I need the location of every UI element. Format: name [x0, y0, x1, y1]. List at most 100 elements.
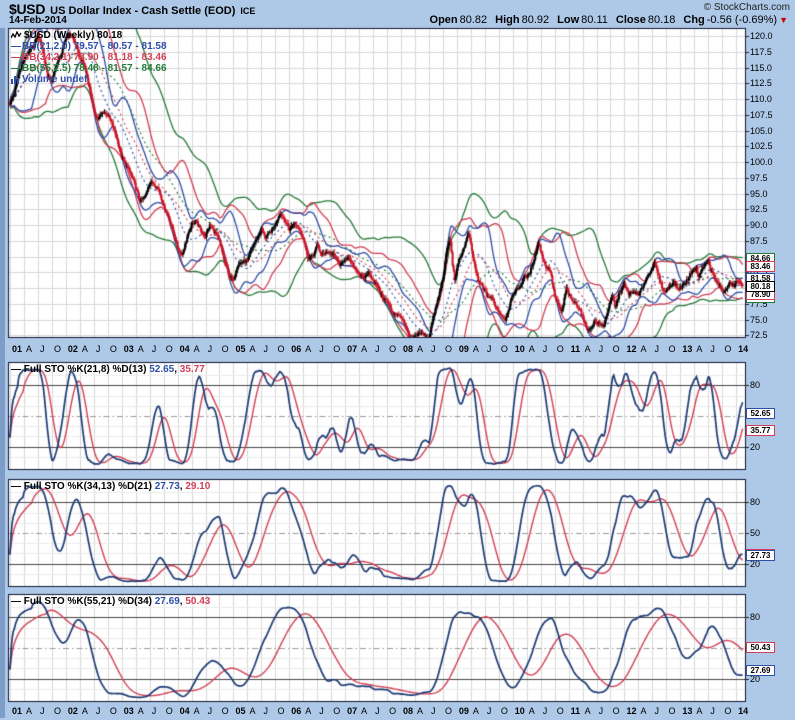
date-axis-quarter-label: J	[487, 344, 492, 354]
stochastic-legend: — Full STO %K(55,21) %D(34) 27.69, 50.43	[11, 596, 210, 607]
exchange-label: ICE	[240, 6, 255, 16]
indicator-value-tag: 35.77	[746, 425, 775, 436]
k-value: 52.65	[149, 364, 174, 375]
date-axis-year-label: 05	[235, 706, 245, 716]
chart-title: US Dollar Index - Cash Settle (EOD)	[50, 5, 235, 17]
stockcharts-page: $USDUS Dollar Index - Cash Settle (EOD)I…	[0, 0, 795, 720]
date-axis-quarter-label: A	[194, 344, 200, 354]
date-axis-quarter-label: A	[194, 706, 200, 716]
date-axis-quarter-label: J	[152, 344, 157, 354]
date-axis-quarter-label: J	[40, 344, 45, 354]
date-axis-year-label: 12	[626, 344, 636, 354]
legend-text: BB(55,2.5) 78.48 - 81.57 - 84.66	[22, 63, 167, 74]
price-axis-tick-label: 112.5	[750, 78, 772, 88]
date-axis-quarter-label: J	[319, 706, 324, 716]
date-axis-year-label: 09	[459, 344, 469, 354]
date-axis-quarter-label: A	[529, 344, 535, 354]
date-axis-year-label: 12	[626, 706, 636, 716]
date-axis-year-label: 09	[459, 706, 469, 716]
indicator-axis-tick-label: 80	[750, 380, 760, 390]
date-axis-year-label: 10	[515, 706, 525, 716]
date-axis-quarter-label: J	[375, 344, 380, 354]
left-edge-strip	[0, 28, 5, 718]
main-chart-legend: $USD (Weekly) 80.18—BB(21,2.0) 79.57 - 8…	[11, 30, 167, 85]
date-axis-quarter-label: J	[543, 344, 548, 354]
date-axis-quarter-label: O	[389, 706, 396, 716]
date-axis-quarter-label: O	[445, 344, 452, 354]
date-axis-quarter-label: J	[710, 344, 715, 354]
price-tag: 83.46	[746, 261, 775, 272]
legend-text: Volume undef	[22, 74, 87, 85]
date-axis-quarter-label: J	[96, 344, 101, 354]
date-axis-year-label: 07	[347, 706, 357, 716]
price-axis-tick-label: 100.0	[750, 157, 773, 167]
date-axis-year-label: 02	[68, 706, 78, 716]
legend-row: Volume undef	[11, 74, 167, 85]
legend-text: BB(34,2.1) 78.90 - 81.18 - 83.46	[22, 52, 167, 63]
date-axis-year-label: 13	[682, 706, 692, 716]
date-axis-quarter-label: J	[375, 706, 380, 716]
date-axis-year-label: 11	[571, 706, 581, 716]
date-axis-year-label: 04	[180, 344, 190, 354]
d-value: 35.77	[180, 364, 205, 375]
date-axis-quarter-label: O	[54, 344, 61, 354]
date-axis-quarter-label: A	[305, 344, 311, 354]
price-axis-tick-label: 95.0	[750, 189, 768, 199]
date-axis-quarter-label: O	[166, 706, 173, 716]
date-axis-quarter-label: J	[263, 344, 268, 354]
price-axis-tick-label: 75.0	[750, 315, 768, 325]
legend-line-swatch: —	[11, 63, 21, 74]
date-axis-quarter-label: A	[26, 344, 32, 354]
date-axis-quarter-label: J	[208, 706, 213, 716]
k-value: 27.73	[155, 481, 180, 492]
indicator-value-tag: 27.69	[746, 665, 775, 676]
legend-line-swatch: —	[11, 41, 21, 52]
date-axis-quarter-label: J	[263, 706, 268, 716]
price-axis-tick-label: 110.0	[750, 94, 772, 104]
date-axis-quarter-label: J	[599, 706, 604, 716]
legend-line-swatch: —	[11, 52, 21, 63]
date-axis-quarter-label: O	[501, 344, 508, 354]
volume-icon	[11, 75, 20, 84]
d-value: 29.10	[185, 481, 210, 492]
date-axis-quarter-label: J	[654, 344, 659, 354]
quote-label: High	[495, 14, 519, 26]
date-axis-quarter-label: A	[585, 706, 591, 716]
date-axis-year-label: 05	[235, 344, 245, 354]
indicator-value-tag: 27.73	[746, 550, 775, 561]
price-axis-tick-label: 120.0	[750, 31, 773, 41]
date-axis-quarter-label: A	[585, 344, 591, 354]
date-axis-year-label: 01	[12, 344, 22, 354]
copyright-label: © StockCharts.com	[704, 2, 790, 13]
quote-value: 80.18	[648, 14, 676, 26]
date-axis-quarter-label: A	[361, 344, 367, 354]
date-axis-quarter-label: O	[724, 706, 731, 716]
price-axis-tick-label: 90.0	[750, 220, 768, 230]
d-value: 50.43	[185, 596, 210, 607]
date-axis-quarter-label: A	[696, 344, 702, 354]
date-axis-quarter-label: A	[473, 344, 479, 354]
quote-label: Low	[557, 14, 579, 26]
date-axis-quarter-label: J	[543, 706, 548, 716]
price-axis-tick-label: 117.5	[750, 47, 772, 57]
date-axis-quarter-label: O	[166, 344, 173, 354]
indicator-name: Full STO %K(55,21) %D(34)	[24, 596, 155, 607]
legend-line-swatch: —	[11, 596, 24, 607]
date-axis-quarter-label: O	[389, 344, 396, 354]
quote-value: 80.11	[581, 14, 608, 26]
date-axis-quarter-label: J	[431, 706, 436, 716]
date-axis-year-label: 08	[403, 344, 413, 354]
date-axis-quarter-label: O	[445, 706, 452, 716]
date-axis-quarter-label: O	[110, 706, 117, 716]
date-axis-year-label: 10	[515, 344, 525, 354]
date-axis-quarter-label: A	[82, 344, 88, 354]
date-axis-year-label: 14	[738, 706, 748, 716]
legend-row: —BB(34,2.1) 78.90 - 81.18 - 83.46	[11, 52, 167, 63]
k-value: 27.69	[155, 596, 180, 607]
date-axis-quarter-label: O	[222, 344, 229, 354]
indicator-value-tag: 50.43	[746, 642, 775, 653]
date-axis-quarter-label: O	[668, 344, 675, 354]
date-axis-quarter-label: J	[710, 706, 715, 716]
date-axis-year-label: 06	[291, 706, 301, 716]
price-axis-tick-label: 102.5	[750, 141, 773, 151]
